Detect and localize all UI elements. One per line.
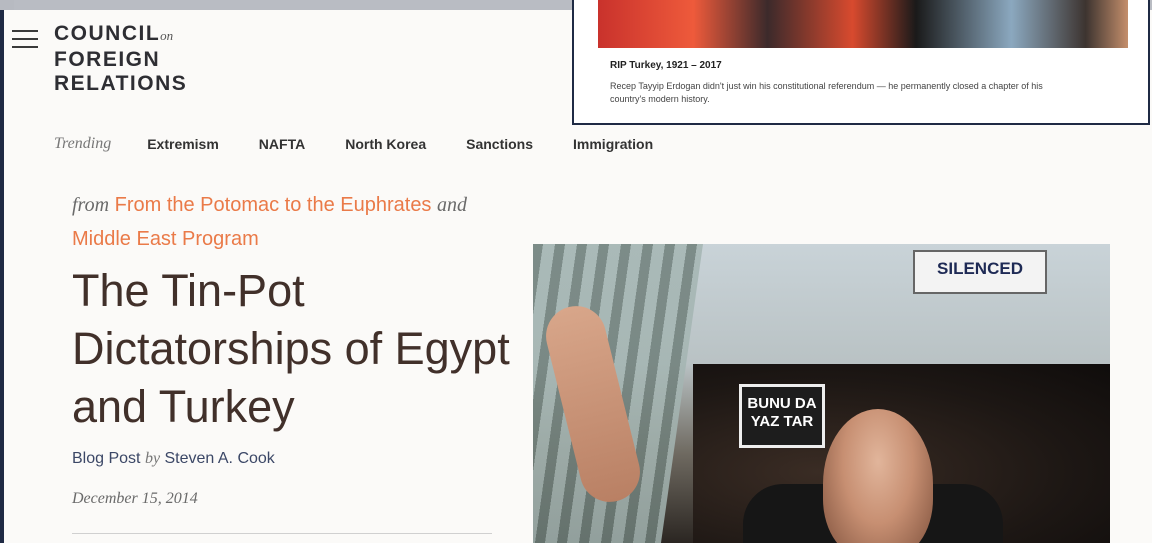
and-word: and	[437, 194, 467, 216]
card-title[interactable]: RIP Turkey, 1921 – 2017	[610, 60, 722, 71]
program-link[interactable]: Middle East Program	[72, 228, 259, 250]
protest-sign-right: SILENCED	[913, 250, 1047, 294]
divider	[72, 533, 492, 534]
logo-line-3: RELATIONS	[54, 72, 188, 95]
overlay-article-card[interactable]: RIP Turkey, 1921 – 2017 Recep Tayyip Erd…	[572, 0, 1150, 125]
card-image	[598, 0, 1128, 48]
from-word: from	[72, 194, 110, 216]
logo-line-1: COUNCILon	[54, 22, 187, 48]
protest-sign-left: BUNU DA YAZ TAR	[739, 384, 825, 448]
hamburger-menu-icon[interactable]	[12, 30, 38, 50]
trending-label: Trending	[54, 135, 112, 152]
logo-line-2: FOREIGN	[54, 48, 161, 71]
cfr-logo[interactable]: COUNCILon FOREIGN RELATIONS	[54, 22, 187, 96]
trending-bar: Trending Extremism NAFTA North Korea San…	[54, 132, 693, 156]
trending-link-immigration[interactable]: Immigration	[573, 136, 653, 152]
trending-link-sanctions[interactable]: Sanctions	[466, 136, 533, 152]
trending-link-extremism[interactable]: Extremism	[147, 136, 219, 152]
logo-council: COUNCIL	[54, 22, 161, 45]
author-link[interactable]: Steven A. Cook	[165, 450, 275, 467]
blog-link[interactable]: From the Potomac to the Euphrates	[115, 194, 432, 216]
by-word: by	[144, 450, 161, 467]
article-type: Blog Post	[72, 450, 141, 467]
article-hero-image: BUNU DA YAZ TAR SILENCED	[533, 244, 1110, 543]
article-title: The Tin-Pot Dictatorships of Egypt and T…	[72, 265, 510, 432]
card-description: Recep Tayyip Erdogan didn't just win his…	[610, 81, 1043, 104]
logo-on: on	[160, 28, 174, 43]
trending-link-nafta[interactable]: NAFTA	[259, 136, 305, 152]
article-date: December 15, 2014	[72, 490, 198, 507]
byline: Blog Post by Steven A. Cook	[72, 450, 275, 468]
trending-link-north-korea[interactable]: North Korea	[345, 136, 426, 152]
article-source: from From the Potomac to the Euphrates a…	[72, 188, 502, 256]
